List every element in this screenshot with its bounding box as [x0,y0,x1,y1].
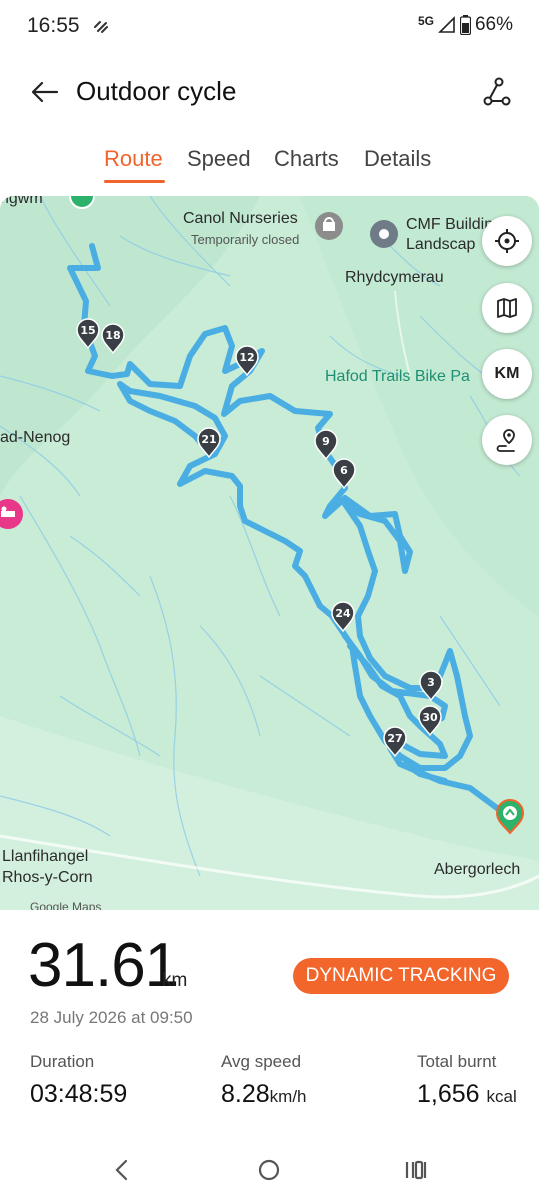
stat-unit: km/h [269,1087,307,1106]
nursery-pin[interactable] [315,212,343,240]
tab-charts[interactable]: Charts [274,146,339,172]
network-label: 5G [417,14,434,28]
recents-icon [405,1160,427,1180]
map-label-cmf2: Landscap [406,236,476,253]
stat-value-row: 03:48:59 [30,1080,127,1109]
route-share-button[interactable] [479,74,515,110]
battery-icon [459,15,471,35]
map-icon [497,298,517,318]
map-label-nenog: ad-Nenog [0,429,71,446]
tab-bar: Route Speed Charts Details [0,146,539,186]
tab-route[interactable]: Route [104,146,163,172]
marker-label: 9 [322,435,330,448]
tab-active-indicator [104,180,165,183]
stat-value-row: 1,656 kcal [417,1080,517,1109]
locate-button[interactable] [482,216,532,266]
header: Outdoor cycle [0,62,539,122]
map-label-llanfihangel: Llanfihangel [2,848,89,865]
status-bar: 16:55 5G 66% [0,0,539,56]
page-title: Outdoor cycle [76,76,237,106]
marker-label: 18 [105,329,120,342]
route-map[interactable]: 15 18 12 21 9 6 24 3 30 27 ngwm Canol Nu… [0,196,539,910]
nav-home-button[interactable] [253,1154,285,1186]
map-label-ngwm: ngwm [0,196,43,207]
stat-label: Duration [30,1052,95,1071]
stat-unit: kcal [486,1087,517,1106]
map-label-canol: Canol Nurseries [183,210,298,227]
stat-total-burnt: Total burnt 1,656 kcal [417,1052,517,1109]
system-nav-bar [0,1140,539,1200]
stat-avg-speed: Avg speed 8.28km/h [221,1052,307,1109]
stat-value: 8.28 [221,1080,270,1108]
stat-label: Total burnt [417,1052,497,1071]
stat-value: 1,656 [417,1080,480,1108]
workout-summary: 31.61 km DYNAMIC TRACKING 28 July 2026 a… [0,910,539,1130]
map-label-abergorlech: Abergorlech [434,861,521,878]
home-circle-icon [258,1159,280,1181]
map-label-hafod: Hafod Trails Bike Pa [325,368,470,385]
marker-label: 21 [201,433,216,446]
arrow-left-icon [31,81,59,103]
tab-details[interactable]: Details [364,146,431,172]
map-label-rhos: Rhos-y-Corn [2,869,93,886]
marker-label: 3 [427,676,435,689]
signal-icon [438,16,455,33]
distance-value: 31.61 [28,931,179,1000]
nav-recents-button[interactable] [400,1154,432,1186]
marker-label: 27 [387,732,402,745]
map-canvas[interactable]: 15 18 12 21 9 6 24 3 30 27 [0,196,539,910]
cmf-pin[interactable] [370,220,398,248]
distance-unit: km [162,970,188,991]
status-time: 16:55 [27,14,80,37]
tab-speed[interactable]: Speed [187,146,251,172]
battery-percent: 66% [474,14,513,35]
stat-value: 03:48:59 [30,1080,128,1108]
stat-value-row: 8.28km/h [221,1080,307,1109]
workout-date: 28 July 2026 at 09:50 [30,1008,193,1027]
marker-label: 30 [422,711,438,724]
map-attribution: Google Maps [30,900,102,910]
marker-label: 15 [80,324,95,337]
location-route-icon [496,429,515,452]
stat-label: Avg speed [221,1052,302,1071]
chevron-left-icon [115,1159,128,1181]
tracking-badge[interactable]: DYNAMIC TRACKING [293,958,509,994]
map-label-canol-status: Temporarily closed [191,232,300,247]
data-saver-icon [94,21,108,33]
marker-label: 24 [335,607,351,620]
marker-label: 6 [340,464,348,477]
nav-back-button[interactable] [106,1154,138,1186]
marker-label: 12 [239,351,254,364]
map-type-button[interactable] [482,283,532,333]
map-label-cmf: CMF Buildin [406,216,494,233]
units-button[interactable]: KM [482,349,532,399]
back-button[interactable] [26,74,62,110]
route-replay-button[interactable] [482,415,532,465]
stat-duration: Duration 03:48:59 [30,1052,127,1109]
route-icon [483,77,511,106]
map-label-rhydcymerau: Rhydcymerau [345,269,444,286]
crosshair-icon [495,229,519,253]
status-right: 5G 66% [418,14,513,36]
